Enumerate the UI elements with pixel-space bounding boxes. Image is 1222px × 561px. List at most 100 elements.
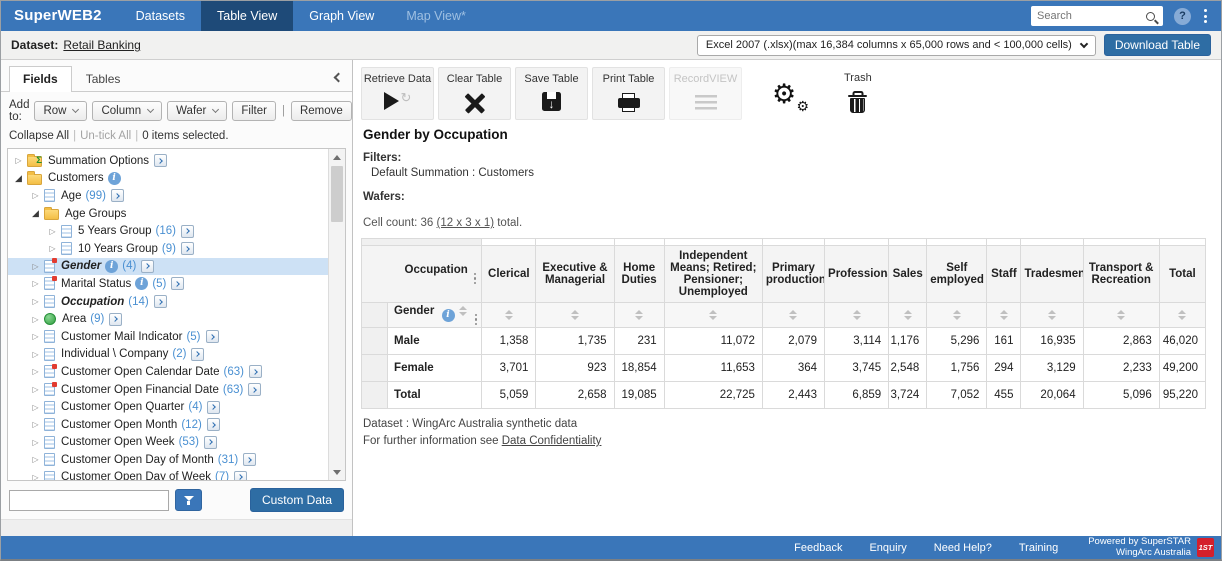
add-to-row-button[interactable]: Row (34, 101, 87, 121)
tree-item-customer-open-month[interactable]: ▷Customer Open Month(12) (8, 416, 328, 434)
column-sort-cell[interactable] (536, 303, 614, 328)
column-sort-cell[interactable] (1083, 303, 1159, 328)
add-field-arrow-button[interactable] (181, 242, 194, 255)
tree-expand-icon[interactable]: ▷ (29, 438, 42, 447)
nav-tab-map-view[interactable]: Map View* (390, 1, 482, 31)
sidebar-tab-fields[interactable]: Fields (9, 66, 72, 92)
tree-collapse-icon[interactable]: ◢ (12, 173, 25, 184)
menu-kebab-icon[interactable] (1202, 7, 1209, 25)
add-field-arrow-button[interactable] (234, 471, 247, 480)
column-header-independent-means-retired-pensioner-unemployed[interactable]: Independent Means; Retired; Pensioner; U… (664, 246, 762, 303)
add-field-arrow-button[interactable] (154, 154, 167, 167)
clear-table-button[interactable]: Clear Table (438, 67, 511, 120)
field-filter-button[interactable] (175, 489, 202, 511)
add-field-arrow-button[interactable] (191, 348, 204, 361)
column-header-executive-managerial[interactable]: Executive & Managerial (536, 246, 614, 303)
column-sort-cell[interactable] (664, 303, 762, 328)
sort-icon[interactable] (1048, 310, 1056, 321)
column-header-transport-recreation[interactable]: Transport & Recreation (1083, 246, 1159, 303)
search-input[interactable] (1037, 10, 1146, 22)
add-field-arrow-button[interactable] (181, 225, 194, 238)
add-to-wafer-button[interactable]: Wafer (167, 101, 227, 121)
column-header-home-duties[interactable]: Home Duties (614, 246, 664, 303)
scroll-down-icon[interactable] (329, 464, 345, 480)
tree-expand-icon[interactable]: ▷ (29, 332, 42, 341)
print-table-button[interactable]: Print Table (592, 67, 665, 120)
tree-item-customer-open-day-of-week[interactable]: ▷Customer Open Day of Week(7) (8, 469, 328, 480)
add-field-arrow-button[interactable] (206, 330, 219, 343)
nav-tab-table-view[interactable]: Table View (201, 1, 293, 31)
tree-expand-icon[interactable]: ▷ (12, 156, 25, 165)
add-field-arrow-button[interactable] (207, 401, 220, 414)
column-sort-cell[interactable] (762, 303, 824, 328)
sort-icon[interactable] (635, 310, 643, 321)
tree-expand-icon[interactable]: ▷ (29, 315, 42, 324)
column-header-clerical[interactable]: Clerical (482, 246, 536, 303)
sort-icon[interactable] (505, 310, 513, 321)
scroll-up-icon[interactable] (329, 149, 345, 165)
tree-item-5-years-group[interactable]: ▷5 Years Group(16) (8, 222, 328, 240)
column-header-total[interactable]: Total (1159, 246, 1205, 303)
column-header-tradesmen[interactable]: Tradesmen (1021, 246, 1083, 303)
tree-collapse-icon[interactable]: ◢ (29, 208, 42, 219)
add-to-remove-button[interactable]: Remove (291, 101, 352, 121)
sort-icon[interactable] (853, 310, 861, 321)
sidebar-collapse-button[interactable] (335, 68, 342, 86)
sidebar-tab-tables[interactable]: Tables (72, 66, 135, 91)
tree-expand-icon[interactable]: ▷ (29, 385, 42, 394)
data-confidentiality-link[interactable]: Data Confidentiality (502, 435, 602, 447)
tree-expand-icon[interactable]: ▷ (29, 473, 42, 480)
tree-item-individual-company[interactable]: ▷Individual \ Company(2) (8, 346, 328, 364)
info-icon[interactable]: i (108, 172, 121, 185)
help-icon[interactable]: ? (1174, 8, 1191, 25)
tree-expand-icon[interactable]: ▷ (29, 262, 42, 271)
sort-icon[interactable] (953, 310, 961, 321)
sort-icon[interactable] (789, 310, 797, 321)
column-header-professional[interactable]: Professional (825, 246, 889, 303)
tree-item-age-groups[interactable]: ◢Age Groups (8, 205, 328, 223)
info-icon[interactable]: i (442, 309, 455, 322)
column-sort-cell[interactable] (1159, 303, 1205, 328)
scrollbar-thumb[interactable] (331, 166, 343, 222)
tree-item-customer-mail-indicator[interactable]: ▷Customer Mail Indicator(5) (8, 328, 328, 346)
tree-expand-icon[interactable]: ▷ (29, 297, 42, 306)
tree-expand-icon[interactable]: ▷ (29, 420, 42, 429)
add-field-arrow-button[interactable] (154, 295, 167, 308)
tree-expand-icon[interactable]: ▷ (46, 244, 59, 253)
tree-expand-icon[interactable]: ▷ (29, 191, 42, 200)
column-sort-cell[interactable] (927, 303, 987, 328)
add-field-arrow-button[interactable] (249, 365, 262, 378)
sort-icon[interactable] (1117, 310, 1125, 321)
column-sort-cell[interactable] (1021, 303, 1083, 328)
search-box[interactable] (1031, 6, 1163, 26)
cell-count-link[interactable]: (12 x 3 x 1) (437, 217, 495, 229)
column-sort-cell[interactable] (987, 303, 1021, 328)
tree-item-customer-open-week[interactable]: ▷Customer Open Week(53) (8, 434, 328, 452)
footer-link-training[interactable]: Training (1019, 542, 1058, 554)
tree-item-occupation[interactable]: ▷Occupation(14) (8, 293, 328, 311)
sort-icon[interactable] (1178, 310, 1186, 321)
add-field-arrow-button[interactable] (109, 313, 122, 326)
sort-icon[interactable] (904, 310, 912, 321)
trash-button[interactable]: Trash (844, 72, 872, 113)
tree-expand-icon[interactable]: ▷ (29, 350, 42, 359)
tree-expand-icon[interactable]: ▷ (29, 367, 42, 376)
table-options-button[interactable]: ⚙ ⚙ (772, 80, 808, 112)
untick-all-link[interactable]: Un-tick All (80, 130, 131, 142)
tree-item-customer-open-calendar-date[interactable]: ▷Customer Open Calendar Date(63) (8, 363, 328, 381)
tree-expand-icon[interactable]: ▷ (46, 227, 59, 236)
column-header-self-employed[interactable]: Self employed (927, 246, 987, 303)
dataset-name-link[interactable]: Retail Banking (63, 38, 140, 52)
column-header-staff[interactable]: Staff (987, 246, 1021, 303)
tree-item-marital-status[interactable]: ▷Marital Statusi(5) (8, 275, 328, 293)
sort-icon[interactable] (459, 306, 467, 317)
column-header-primary-production[interactable]: Primary production (762, 246, 824, 303)
nav-tab-graph-view[interactable]: Graph View (293, 1, 390, 31)
add-field-arrow-button[interactable] (248, 383, 261, 396)
sort-icon[interactable] (571, 310, 579, 321)
add-field-arrow-button[interactable] (111, 189, 124, 202)
tree-item-customer-open-quarter[interactable]: ▷Customer Open Quarter(4) (8, 398, 328, 416)
add-field-arrow-button[interactable] (204, 436, 217, 449)
tree-expand-icon[interactable]: ▷ (29, 403, 42, 412)
column-sort-cell[interactable] (482, 303, 536, 328)
